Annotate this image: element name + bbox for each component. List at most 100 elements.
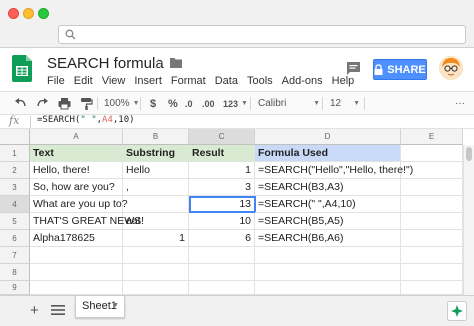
menu-edit[interactable]: Edit (74, 75, 93, 87)
decrease-decimals-button[interactable]: .0 (185, 96, 193, 111)
cell-a6[interactable]: Alpha178625 (30, 230, 123, 247)
cell-b5[interactable]: eat (123, 213, 189, 230)
cell-a1[interactable]: Text (30, 145, 123, 162)
cell-e8[interactable] (401, 264, 463, 281)
print-icon[interactable] (58, 96, 71, 111)
cell-c5[interactable]: 10 (189, 213, 255, 230)
cell-d9[interactable] (255, 281, 401, 295)
cell-b6[interactable]: 1 (123, 230, 189, 247)
cell-e4[interactable] (401, 196, 463, 213)
menu-help[interactable]: Help (332, 75, 355, 87)
close-window-button[interactable] (8, 8, 19, 19)
row-header-8[interactable]: 8 (0, 264, 30, 281)
scrollbar-thumb[interactable] (466, 147, 472, 161)
share-button[interactable]: SHARE (373, 59, 427, 80)
cell-a2[interactable]: Hello, there! (30, 162, 123, 179)
row-header-3[interactable]: 3 (0, 179, 30, 196)
cell-e5[interactable] (401, 213, 463, 230)
document-title[interactable]: SEARCH formula (47, 55, 164, 72)
cell-e7[interactable] (401, 247, 463, 264)
more-toolbar-button[interactable]: ··· (455, 96, 465, 111)
sheet-tab-sheet1[interactable]: Sheet1 ▼ (75, 296, 125, 318)
paint-format-icon[interactable] (80, 96, 93, 111)
font-family-select[interactable]: Calibri ▼ (258, 96, 320, 111)
cell-c6[interactable]: 6 (189, 230, 255, 247)
explore-icon[interactable] (447, 301, 467, 321)
cell-d3[interactable]: =SEARCH(B3,A3) (255, 179, 401, 196)
vertical-scrollbar[interactable] (463, 145, 474, 295)
select-all-corner[interactable] (0, 129, 30, 145)
redo-icon[interactable] (36, 96, 49, 111)
cell-e6[interactable] (401, 230, 463, 247)
cell-d7[interactable] (255, 247, 401, 264)
zoom-select[interactable]: 100% ▼ (104, 96, 140, 111)
cell-c1[interactable]: Result (189, 145, 255, 162)
cell-a4[interactable]: What are you up to? (30, 196, 128, 213)
cell-a7[interactable] (30, 247, 123, 264)
percent-format-button[interactable]: % (168, 96, 178, 111)
cell-b3[interactable]: , (123, 179, 189, 196)
row-header-2[interactable]: 2 (0, 162, 30, 179)
cell-a5[interactable]: THAT'S GREAT NEWS! (30, 213, 144, 230)
column-header-c[interactable]: C (189, 129, 255, 145)
menu-add-ons[interactable]: Add-ons (282, 75, 323, 87)
menu-data[interactable]: Data (215, 75, 238, 87)
cell-e1[interactable] (401, 145, 463, 162)
column-header-a[interactable]: A (30, 129, 123, 145)
formula-input[interactable]: =SEARCH(" ",A4,10) (37, 115, 135, 125)
row-header-4[interactable]: 4 (0, 196, 30, 213)
cell-c2[interactable]: 1 (189, 162, 255, 179)
font-size-select[interactable]: 12 ▼ (330, 96, 360, 111)
menu-format[interactable]: Format (171, 75, 206, 87)
row-header-9[interactable]: 9 (0, 281, 30, 295)
cell-c4-selected[interactable]: 13 (189, 196, 256, 213)
cell-a3[interactable]: So, how are you? (30, 179, 123, 196)
increase-decimals-button[interactable]: .00 (202, 96, 215, 111)
cell-c7[interactable] (189, 247, 255, 264)
cell-b7[interactable] (123, 247, 189, 264)
column-header-e[interactable]: E (401, 129, 463, 145)
menu-view[interactable]: View (102, 75, 126, 87)
number-format-select[interactable]: 123 ▼ (223, 96, 248, 111)
cell-b1[interactable]: Substring (123, 145, 189, 162)
cell-d6[interactable]: =SEARCH(B6,A6) (255, 230, 401, 247)
folder-icon[interactable] (170, 57, 182, 68)
cell-b8[interactable] (123, 264, 189, 281)
row-header-5[interactable]: 5 (0, 213, 30, 230)
currency-format-button[interactable]: $ (150, 96, 156, 111)
comment-icon[interactable] (346, 61, 361, 76)
row-header-6[interactable]: 6 (0, 230, 30, 247)
cell-d5[interactable]: =SEARCH(B5,A5) (255, 213, 401, 230)
column-header-d[interactable]: D (255, 129, 401, 145)
cell-c8[interactable] (189, 264, 255, 281)
minimize-window-button[interactable] (23, 8, 34, 19)
cell-e3[interactable] (401, 179, 463, 196)
cell-b9[interactable] (123, 281, 189, 295)
cell-b2[interactable]: Hello (123, 162, 189, 179)
cell-d1[interactable]: Formula Used (255, 145, 401, 162)
cell-c9[interactable] (189, 281, 255, 295)
cell-e2[interactable] (401, 162, 463, 179)
maximize-window-button[interactable] (38, 8, 49, 19)
cell-d4[interactable]: =SEARCH(" ",A4,10) (255, 196, 401, 213)
address-bar[interactable] (58, 25, 466, 44)
cell-a9[interactable] (30, 281, 123, 295)
row-header-1[interactable]: 1 (0, 145, 30, 162)
undo-icon[interactable] (14, 96, 27, 111)
cell-a8[interactable] (30, 264, 123, 281)
menu-file[interactable]: File (47, 75, 65, 87)
add-sheet-button[interactable]: + (30, 302, 39, 319)
row-header-7[interactable]: 7 (0, 247, 30, 264)
chevron-down-icon[interactable]: ▼ (112, 296, 119, 316)
cell-e9[interactable] (401, 281, 463, 295)
menu-tools[interactable]: Tools (247, 75, 273, 87)
cell-b4[interactable] (123, 196, 189, 213)
star-icon[interactable]: ☆ (152, 55, 165, 72)
cell-c3[interactable]: 3 (189, 179, 255, 196)
all-sheets-menu-icon[interactable] (51, 304, 65, 316)
column-header-b[interactable]: B (123, 129, 189, 145)
avatar[interactable] (439, 56, 463, 80)
cell-d2[interactable]: =SEARCH("Hello","Hello, there!") (255, 162, 413, 179)
cell-d8[interactable] (255, 264, 401, 281)
menu-insert[interactable]: Insert (134, 75, 162, 87)
